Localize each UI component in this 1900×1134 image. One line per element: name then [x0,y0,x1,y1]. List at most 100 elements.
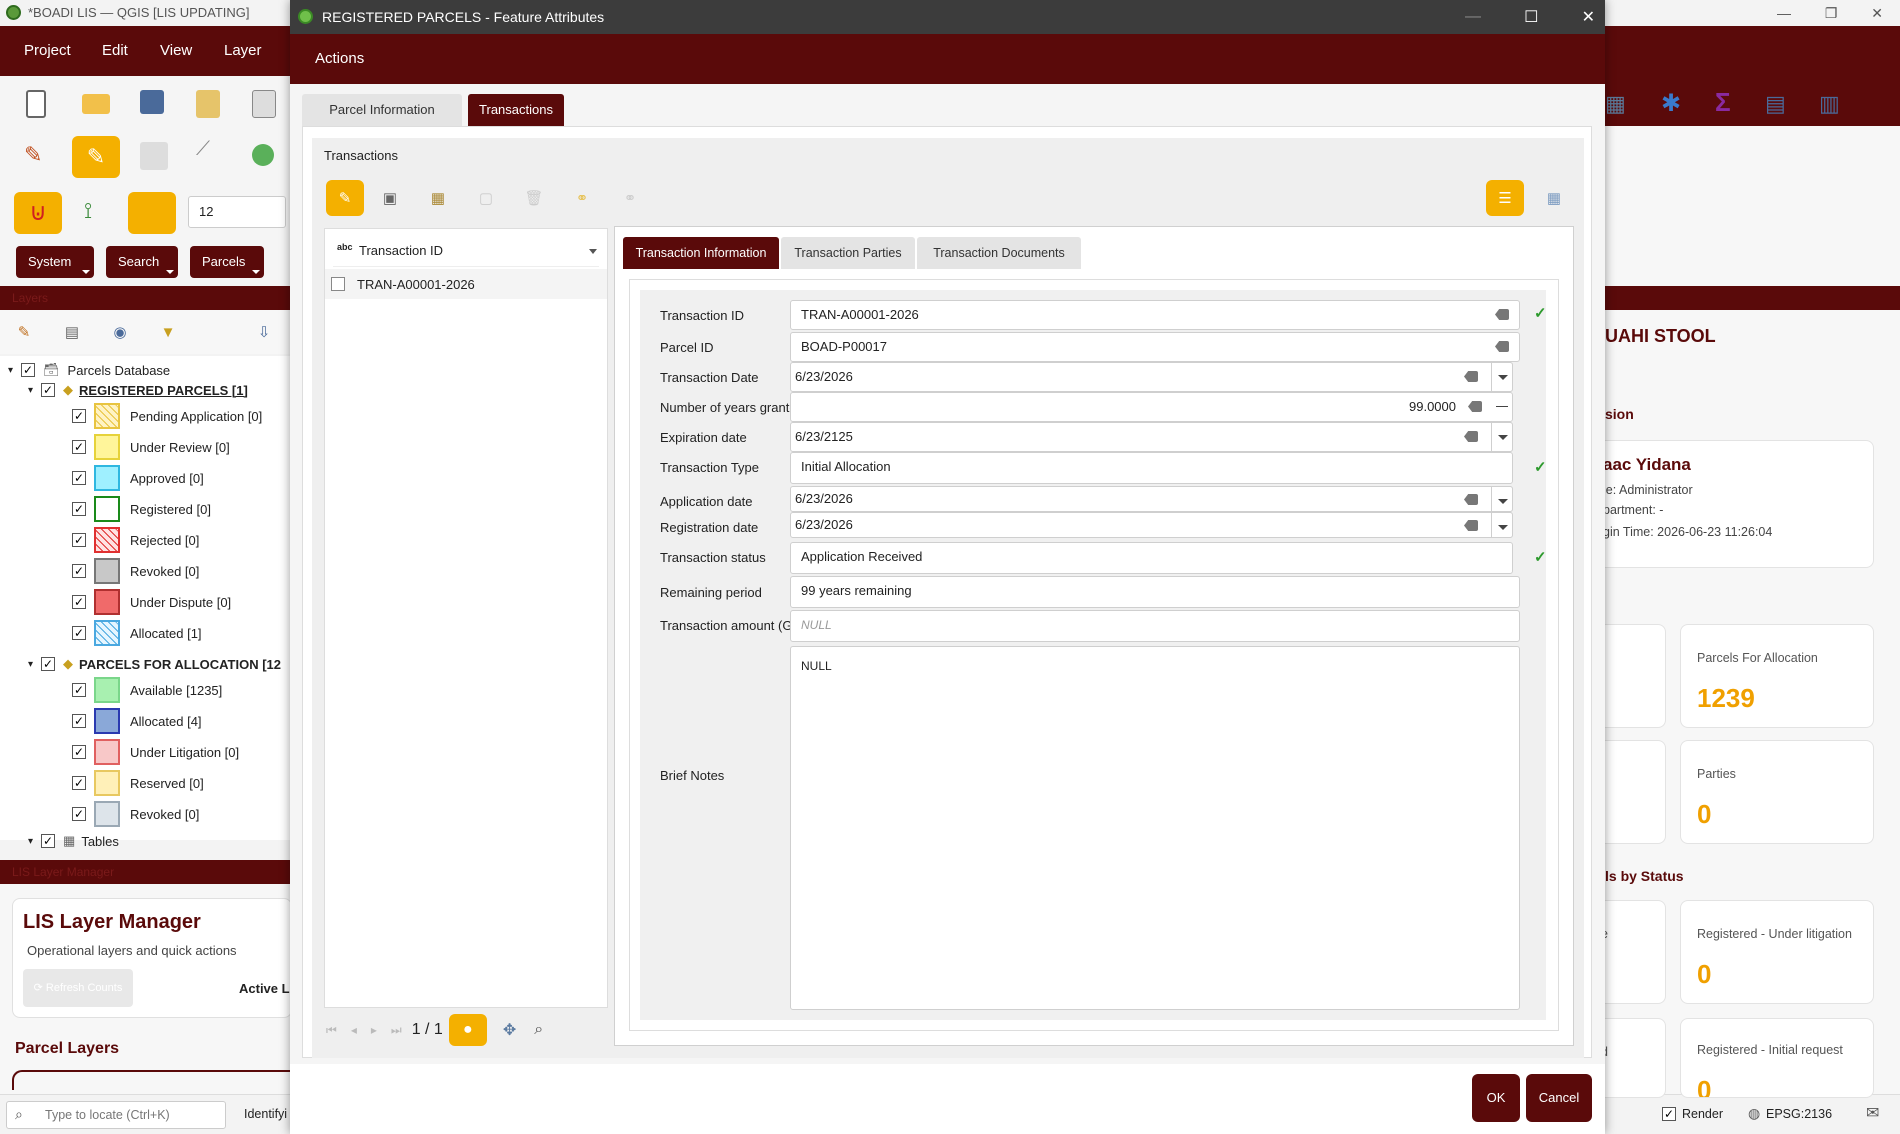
tab-parcel-information[interactable]: Parcel Information [302,94,462,126]
layer-checkbox[interactable]: ✓ [72,683,86,697]
gear-icon[interactable]: ✱ [1661,89,1681,118]
layer-checkbox[interactable]: ✓ [72,471,86,485]
layer-item[interactable]: ✓ Under Review [0] [72,434,230,460]
layer-checkbox[interactable]: ✓ [72,409,86,423]
brief-notes-textarea[interactable]: NULL [790,646,1520,1010]
dialog-minimize-icon[interactable]: — [1465,8,1481,26]
statistics-icon[interactable]: ▥ [1819,91,1840,117]
layer-checkbox[interactable]: ✓ [72,807,86,821]
layer-checkbox[interactable]: ✓ [72,626,86,640]
menu-project[interactable]: Project [24,42,71,59]
prev-record-icon[interactable]: ◂ [351,1023,357,1037]
layer-item[interactable]: ✓ Allocated [4] [72,708,202,734]
application-date-input[interactable]: 6/23/2026 [790,486,1513,512]
print-layout-icon[interactable] [196,90,220,118]
vertex-tool-icon[interactable]: ⟟ [84,198,112,226]
list-item-checkbox[interactable] [331,277,345,291]
snapping-tolerance-input[interactable]: 12 [188,196,286,228]
table-view-icon[interactable]: ▦ [1540,184,1568,212]
tab-transactions[interactable]: Transactions [468,94,564,126]
link-feature-icon[interactable]: ⚭ [568,184,596,212]
last-record-icon[interactable]: ⏭ [391,1023,402,1038]
transaction-date-input[interactable]: 6/23/2026 [790,362,1513,392]
save-edits-icon[interactable]: ▣ [376,184,404,212]
layer-item[interactable]: ✓ Available [1235] [72,677,222,703]
transaction-status-select[interactable]: Application Received [790,542,1513,574]
layer-checkbox[interactable]: ✓ [72,533,86,547]
tab-transaction-documents[interactable]: Transaction Documents [917,237,1081,269]
save-project-icon[interactable] [140,90,164,114]
digitize-line-icon[interactable]: ⟋ [196,138,224,166]
layer-checkbox[interactable]: ✓ [41,834,56,848]
next-record-icon[interactable]: ▸ [371,1023,377,1037]
expand-arrow-icon[interactable]: ▾ [8,365,13,376]
refresh-counts-button[interactable]: ⟳ Refresh Counts [23,969,133,1007]
snapping-magnet-icon[interactable]: ⊍ [14,192,62,234]
expand-all-icon[interactable]: ⇩ [250,318,278,346]
transaction-id-input[interactable]: TRAN-A00001-2026 [790,300,1520,330]
layer-item[interactable]: ✓ Reserved [0] [72,770,204,796]
minimize-icon[interactable]: — [1777,5,1791,21]
form-view-icon[interactable]: ☰ [1486,180,1524,216]
expand-arrow-icon[interactable]: ▾ [28,385,33,396]
open-project-icon[interactable] [82,94,110,114]
clear-icon[interactable] [1495,341,1509,352]
zoom-to-icon[interactable]: ⌕ [534,1021,543,1039]
layer-item[interactable]: ✓ Allocated [1] [72,620,202,646]
save-edits-icon[interactable] [140,142,168,170]
filter-legend-icon[interactable]: ▼ [154,318,182,346]
locate-box[interactable]: ⌕ Type to locate (Ctrl+K) [6,1101,226,1129]
layer-item[interactable]: ✓ Under Litigation [0] [72,739,239,765]
clear-icon[interactable] [1464,371,1478,382]
clear-icon[interactable] [1464,431,1478,442]
layer-checkbox[interactable]: ✓ [72,776,86,790]
menu-view[interactable]: View [160,42,192,59]
expiration-date-input[interactable]: 6/23/2125 [790,422,1513,452]
close-icon[interactable]: ✕ [1871,5,1883,22]
transaction-amount-input[interactable]: NULL [790,610,1520,642]
layer-checkbox[interactable]: ✓ [72,745,86,759]
snapping-mode-icon[interactable] [128,192,176,234]
chevron-down-icon[interactable] [1491,362,1513,392]
spin-arrows-icon[interactable] [1496,406,1508,407]
add-feature-icon[interactable]: ▦ [424,184,452,212]
messages-icon[interactable]: ✉ [1866,1103,1879,1123]
sum-icon[interactable]: Σ [1715,87,1731,118]
dialog-maximize-icon[interactable]: ☐ [1524,7,1538,27]
dialog-close-icon[interactable]: ✕ [1582,7,1595,27]
layer-group-1[interactable]: ▾ ✓ ◆ PARCELS FOR ALLOCATION [12 [28,652,281,676]
layer-checkbox[interactable]: ✓ [72,440,86,454]
layer-item[interactable]: ✓ Registered [0] [72,496,211,522]
render-checkbox[interactable]: ✓ [1662,1106,1684,1121]
highlight-bulb-icon[interactable]: ● [448,1014,487,1046]
layout-manager-icon[interactable] [252,90,276,118]
cancel-button[interactable]: Cancel [1526,1074,1592,1122]
field-calc-icon[interactable]: ▦ [1605,91,1626,117]
layer-group-0[interactable]: ▾ ✓ ◆ REGISTERED PARCELS [1] [28,378,248,402]
parcels-button[interactable]: Parcels [190,246,264,278]
transaction-type-select[interactable]: Initial Allocation [790,452,1513,484]
layer-group-tables[interactable]: ▾ ✓ ▦ Tables [28,829,119,853]
layer-checkbox[interactable]: ✓ [72,714,86,728]
ok-button[interactable]: OK [1472,1074,1520,1122]
visibility-eye-icon[interactable]: ◉ [106,318,134,346]
tab-transaction-parties[interactable]: Transaction Parties [781,237,915,269]
layer-item[interactable]: ✓ Rejected [0] [72,527,199,553]
clear-icon[interactable] [1464,494,1478,505]
delete-feature-icon[interactable]: 🗑 [520,184,548,212]
layer-checkbox[interactable]: ✓ [21,363,36,377]
clear-icon[interactable] [1495,309,1509,320]
years-granted-spinbox[interactable]: 99.0000 [790,392,1513,422]
chevron-down-icon[interactable] [1491,512,1513,538]
pan-to-icon[interactable]: ✥ [503,1020,516,1040]
chevron-down-icon[interactable] [1491,486,1513,512]
new-project-icon[interactable] [26,90,46,118]
tab-transaction-information[interactable]: Transaction Information [623,237,779,269]
layer-checkbox[interactable]: ✓ [72,595,86,609]
clear-icon[interactable] [1464,520,1478,531]
restore-icon[interactable]: ❐ [1825,5,1838,22]
expand-arrow-icon[interactable]: ▾ [28,659,33,670]
registration-date-input[interactable]: 6/23/2026 [790,512,1513,538]
add-group-icon[interactable]: ▤ [58,318,86,346]
menu-edit[interactable]: Edit [102,42,128,59]
